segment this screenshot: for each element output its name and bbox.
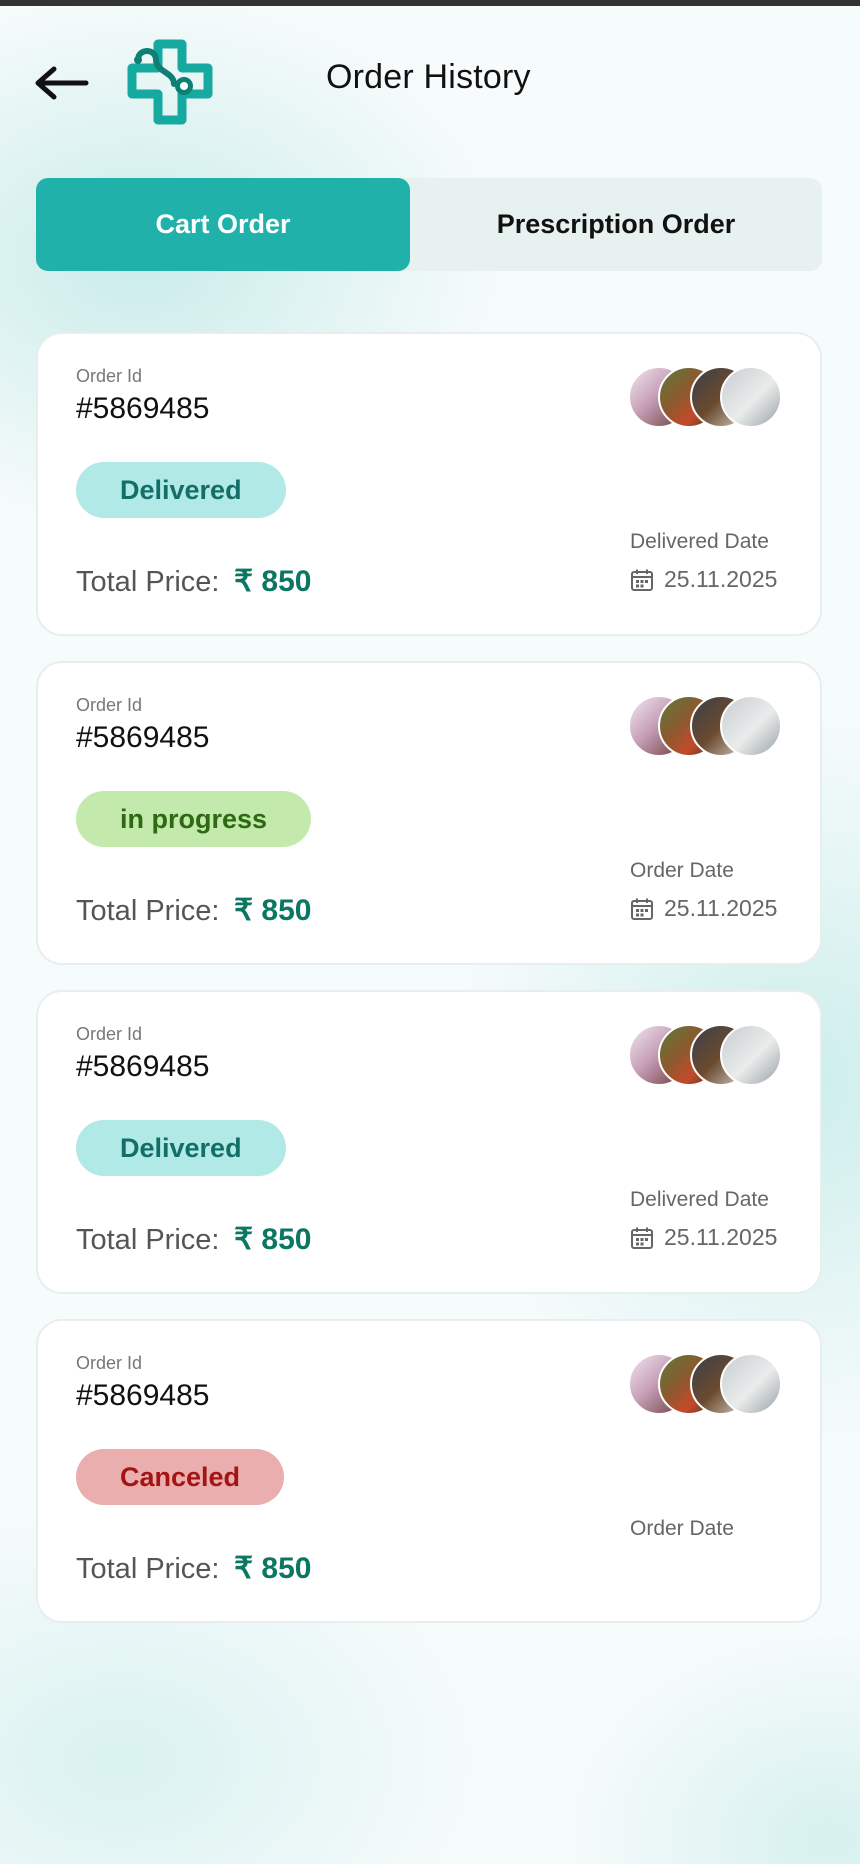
date-label: Delivered Date [630,530,769,553]
total-price-label: Total Price: [76,1224,220,1256]
order-date: 25.11.2025 [664,1224,778,1250]
order-card[interactable]: Order Id #5869485 Canceled Order Date To… [36,1319,822,1623]
order-date: 25.11.2025 [664,895,778,921]
date-label: Delivered Date [630,1188,769,1211]
product-thumbnails [628,695,784,757]
order-date: 25.11.2025 [664,566,778,592]
total-price-value: ₹ 850 [234,565,312,598]
total-price-value: ₹ 850 [234,1552,312,1585]
product-thumbnail [720,366,782,428]
product-thumbnails [628,366,784,428]
order-id-label: Order Id [76,1024,143,1044]
date-label: Order Date [630,1517,734,1540]
order-id: #5869485 [76,1379,210,1412]
date-row: 25.11.2025 [630,895,777,922]
status-badge: Delivered [76,462,286,518]
total-price-value: ₹ 850 [234,1223,312,1256]
order-card[interactable]: Order Id #5869485 Delivered Delivered Da… [36,990,822,1294]
order-card[interactable]: Order Id #5869485 Delivered Delivered Da… [36,332,822,636]
order-card[interactable]: Order Id #5869485 in progress Order Date… [36,661,822,965]
order-id: #5869485 [76,721,210,754]
order-id: #5869485 [76,392,210,425]
total-price-label: Total Price: [76,895,220,927]
calendar-icon [631,569,653,591]
order-id: #5869485 [76,1050,210,1083]
total-price-label: Total Price: [76,566,220,598]
date-row: 25.11.2025 [630,1224,777,1251]
total-price-value: ₹ 850 [234,894,312,927]
back-button[interactable] [32,60,90,106]
tab-prescription-order[interactable]: Prescription Order [410,178,822,271]
product-thumbnail [720,1024,782,1086]
total-price-label: Total Price: [76,1553,220,1585]
date-label: Order Date [630,859,734,882]
order-id-label: Order Id [76,366,143,386]
status-badge: Delivered [76,1120,286,1176]
app-logo [124,38,216,128]
tab-cart-order[interactable]: Cart Order [36,178,410,271]
order-type-tabs: Cart Order Prescription Order [36,178,822,271]
page-title: Order History [326,58,531,96]
status-bar-strip [0,0,860,6]
calendar-icon [631,898,653,920]
medical-cross-stethoscope-logo [127,39,213,125]
status-badge: Canceled [76,1449,285,1505]
status-badge: in progress [76,791,312,847]
calendar-icon [631,1227,653,1249]
date-row: 25.11.2025 [630,566,777,593]
product-thumbnail [720,1353,782,1415]
arrow-left-icon [35,66,89,100]
product-thumbnail [720,695,782,757]
product-thumbnails [628,1024,784,1086]
product-thumbnails [628,1353,784,1415]
order-id-label: Order Id [76,695,143,715]
order-id-label: Order Id [76,1353,143,1373]
